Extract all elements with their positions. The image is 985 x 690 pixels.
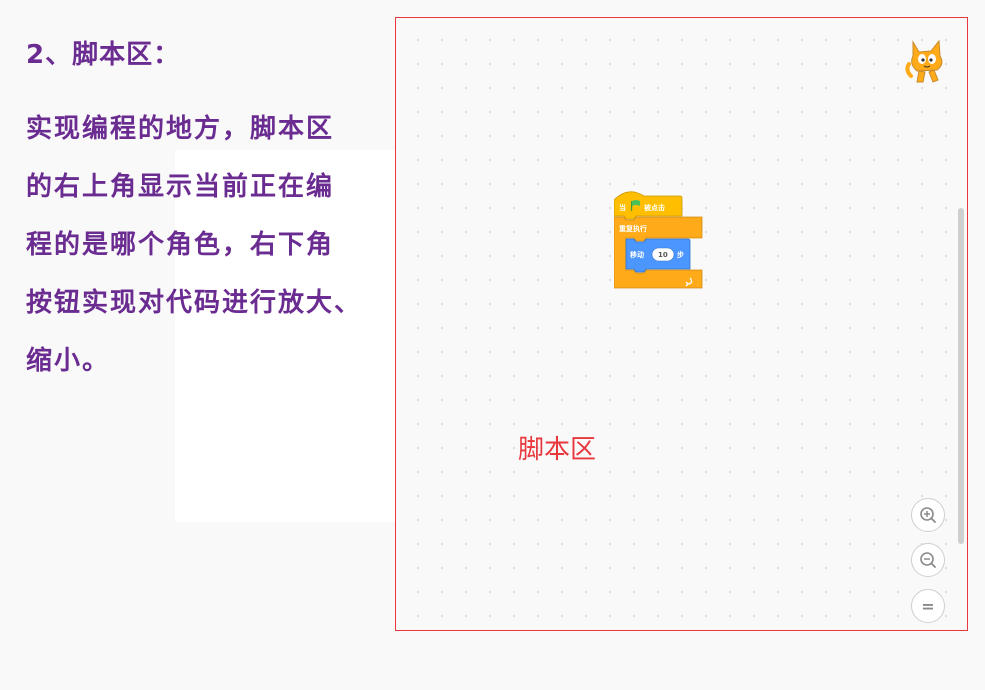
slide-title: 2、脚本区： [26, 40, 181, 70]
slide-description: 实现编程的地方，脚本区 的右上角显示当前正在编 程的是哪个角色，右下角 按钮实现… [26, 100, 446, 390]
move-steps-block[interactable]: 移动 10 步 [625, 238, 691, 273]
zoom-reset-button[interactable]: = [911, 589, 945, 623]
hat-prefix: 当 [619, 203, 626, 212]
zoom-in-button[interactable] [911, 498, 945, 532]
steps-suffix: 步 [677, 250, 684, 259]
when-flag-clicked-block[interactable]: 当 被点击 [613, 191, 683, 220]
description-line: 按钮实现对代码进行放大、 [26, 288, 363, 318]
scratch-cat-icon [905, 39, 943, 83]
description-line: 缩小。 [26, 346, 111, 376]
hat-label: 被点击 [644, 203, 665, 212]
description-line: 的右上角显示当前正在编 [26, 172, 335, 202]
loop-label: 重复执行 [619, 224, 647, 233]
move-label: 移动 [630, 250, 644, 259]
description-line: 实现编程的地方，脚本区 [26, 114, 335, 144]
zoom-in-icon [920, 507, 936, 523]
equals-icon: = [921, 596, 935, 616]
script-area[interactable]: 当 被点击 重复执行 移动 10 步 脚本区 = [395, 17, 968, 631]
description-line: 程的是哪个角色，右下角 [26, 230, 335, 260]
zoom-out-button[interactable] [911, 543, 945, 577]
script-area-label: 脚本区 [518, 435, 597, 465]
code-block-stack[interactable]: 当 被点击 重复执行 移动 10 步 [613, 186, 704, 296]
steps-value: 10 [658, 251, 668, 259]
vertical-scrollbar[interactable] [958, 208, 964, 544]
zoom-out-icon [920, 552, 936, 568]
